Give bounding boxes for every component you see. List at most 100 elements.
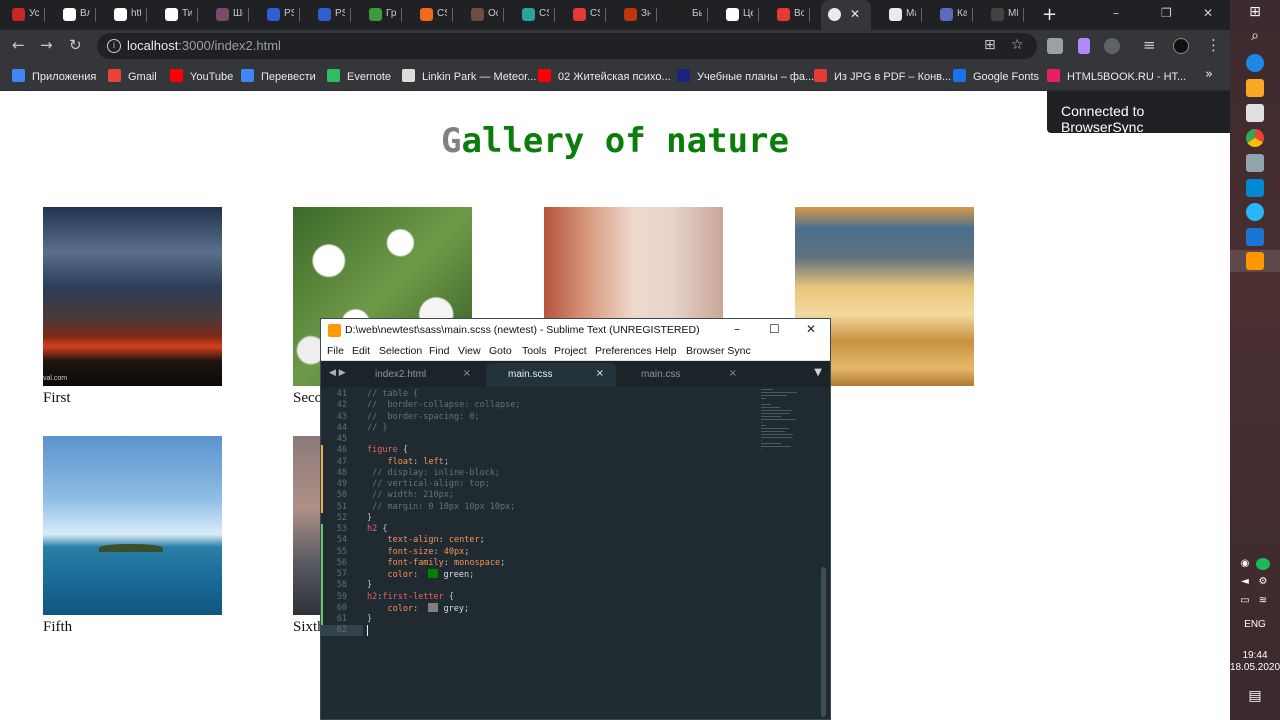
close-button[interactable]: ✕ [806,322,816,336]
bookmark-favicon-icon [170,69,183,82]
window-restore-button[interactable]: ❐ [1161,6,1172,20]
browser-tab[interactable]: Вло [56,4,96,26]
browser-tab[interactable]: CSS [566,4,606,26]
browser-tab[interactable]: Был [668,4,708,26]
forward-button[interactable]: → [40,36,53,54]
menu-item-preferences[interactable]: Preferences [595,345,652,357]
menu-item-tools[interactable]: Tools [522,345,547,357]
maximize-button[interactable]: ☐ [769,322,780,336]
mail-icon[interactable] [1246,179,1264,197]
browser-tab[interactable]: MP3 [984,4,1024,26]
browser-tab[interactable]: PSD [260,4,300,26]
network-eye-icon[interactable]: ◉ [1238,558,1252,570]
browser-tab[interactable]: Все [770,4,810,26]
new-tab-button[interactable]: + [1042,4,1057,25]
windows-start-icon[interactable]: ⊞ [1246,4,1264,20]
search-icon[interactable]: ⌕ [1246,28,1264,44]
action-center-icon[interactable]: ▤ [1246,688,1264,704]
telegram-icon[interactable] [1246,203,1264,221]
photos-icon[interactable] [1246,154,1264,172]
extension-circle-icon[interactable] [1104,38,1120,54]
browser-tab[interactable]: Как [933,4,973,26]
minimap[interactable] [761,389,801,455]
bookmark-item[interactable]: 02 Житейская психо... [538,69,671,83]
tab-close-icon[interactable]: ✕ [850,7,860,21]
bookmark-item[interactable]: Evernote [327,69,391,83]
bookmark-item[interactable]: Приложения [12,69,96,83]
editor-tab-active[interactable]: main.scss × [486,363,616,387]
browser-tab[interactable]: Шп [209,4,249,26]
tab-scroll-arrows-icon[interactable]: ◀ ▶ [329,368,346,378]
bookmark-item[interactable]: Gmail [108,69,157,83]
browser-tab[interactable]: Тип [158,4,198,26]
editor-tab[interactable]: main.css × [619,363,749,387]
window-minimize-button[interactable]: – [1113,6,1119,20]
bookmark-item[interactable]: Из JPG в PDF – Конв... [814,69,951,83]
battery-icon[interactable]: ▭ [1238,595,1252,607]
editor-tab-close-icon[interactable]: × [596,368,604,379]
editor-scrollbar[interactable] [821,567,826,717]
bookmark-item[interactable]: Перевести [241,69,316,83]
editor-tab-close-icon[interactable]: × [463,368,471,379]
file-explorer-icon[interactable] [1246,79,1264,97]
browser-tab[interactable]: Зна [617,4,657,26]
browser-menu-icon[interactable]: ⋮ [1206,36,1221,54]
store-icon[interactable] [1246,104,1264,122]
clock-date[interactable]: 18.05.2020 [1230,662,1280,673]
chrome-icon[interactable] [1246,129,1264,147]
menu-item-file[interactable]: File [327,345,344,357]
browser-tab[interactable]: Цен [719,4,759,26]
bookmark-item[interactable]: YouTube [170,69,233,83]
browser-tab[interactable]: http [107,4,147,26]
media-controls-icon[interactable]: ≡ [1143,36,1156,54]
menu-item-project[interactable]: Project [554,345,587,357]
minimize-button[interactable]: – [734,322,740,336]
extension-feather-icon[interactable] [1078,38,1090,54]
editor-tab[interactable]: index2.html × [353,363,483,387]
spotify-icon[interactable] [1256,558,1270,570]
editor-tab-close-icon[interactable]: × [729,368,737,379]
bookmark-item[interactable]: HTML5BOOK.RU - НТ... [1047,69,1186,83]
vscode-icon[interactable] [1246,228,1264,246]
language-indicator[interactable]: ENG [1230,619,1280,630]
tab-dropdown-icon[interactable]: ▼ [814,367,822,378]
extension-icon[interactable] [1047,38,1063,54]
volume-icon[interactable]: ◄ [1238,576,1252,588]
code-editor[interactable]: 41 // table {42 // border-collapse: collap… [321,387,830,719]
menu-item-edit[interactable]: Edit [352,345,370,357]
tab-separator [972,8,973,22]
browser-tab[interactable]: CSS [413,4,453,26]
edge-icon[interactable] [1246,54,1264,72]
site-info-icon[interactable]: i [107,39,121,53]
translate-icon[interactable]: ⊞ [984,37,996,53]
sublime-text-window[interactable]: D:\web\newtest\sass\main.scss (newtest) … [320,318,831,720]
sublime-title-bar[interactable]: D:\web\newtest\sass\main.scss (newtest) … [321,319,830,342]
reload-button[interactable]: ↻ [69,36,82,54]
clock-time[interactable]: 19:44 [1230,650,1280,661]
menu-item-selection[interactable]: Selection [379,345,422,357]
browser-tab[interactable]: Усл [5,4,45,26]
menu-item-goto[interactable]: Goto [489,345,512,357]
window-close-button[interactable]: ✕ [1203,6,1213,20]
browser-tab[interactable]: CSS [515,4,555,26]
browser-tab[interactable]: Mai [882,4,922,26]
browser-tab[interactable]: PSD [311,4,351,26]
profile-avatar[interactable] [1173,38,1189,54]
menu-item-view[interactable]: View [458,345,481,357]
back-button[interactable]: ← [12,36,25,54]
browser-tab-active[interactable]: ✕ [821,0,871,30]
bookmark-item[interactable]: Linkin Park — Meteor... [402,69,536,83]
browser-tab[interactable]: Гра [362,4,402,26]
address-bar[interactable]: i localhost:3000/index2.html ⊞ ☆ [97,33,1037,59]
sublime-text-taskbar-icon[interactable] [1246,252,1264,270]
bookmark-item[interactable]: Google Fonts [953,69,1039,83]
browser-tab[interactable]: Осн [464,4,504,26]
bookmark-item[interactable]: Учебные планы – фа... [677,69,814,83]
menu-item-help[interactable]: Help [655,345,677,357]
menu-item-find[interactable]: Find [429,345,449,357]
menu-item-browser-sync[interactable]: Browser Sync [686,345,751,357]
bookmarks-overflow-button[interactable]: » [1205,67,1213,82]
bookmark-star-icon[interactable]: ☆ [1011,37,1024,53]
wifi-icon[interactable]: ≋ [1256,595,1270,607]
steam-icon[interactable]: ⚙ [1256,576,1270,588]
